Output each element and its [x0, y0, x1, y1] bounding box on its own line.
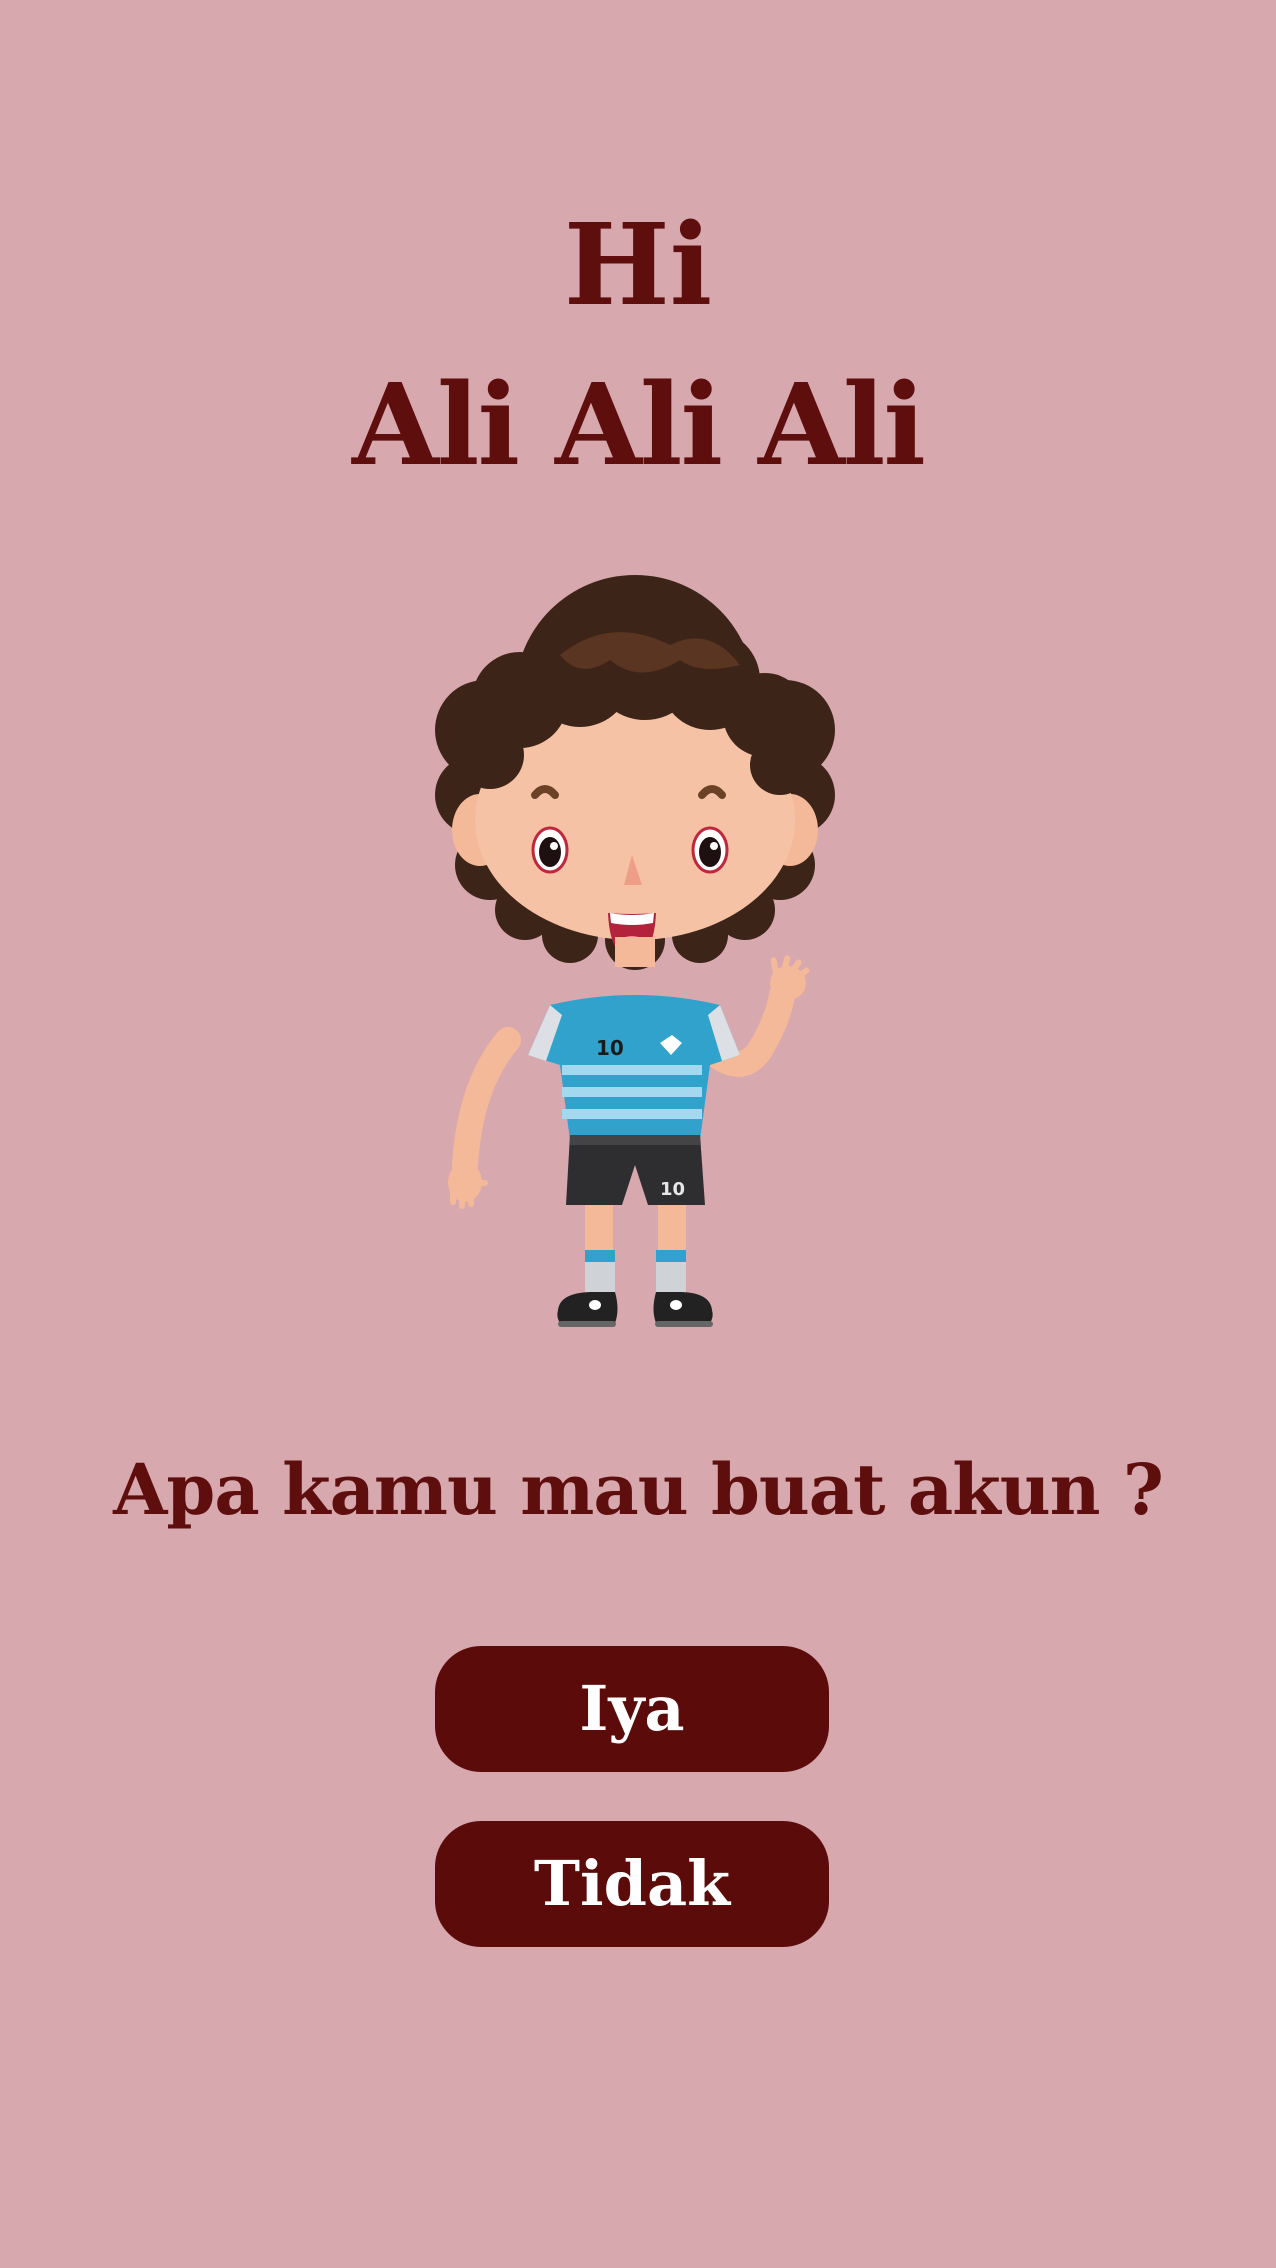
- yes-button[interactable]: Iya: [435, 1646, 829, 1772]
- create-account-question: Apa kamu mau buat akun ?: [113, 1448, 1164, 1531]
- greeting-username: Ali Ali Ali: [352, 360, 926, 491]
- greeting-hi: Hi: [563, 200, 713, 331]
- shorts-number: 10: [660, 1179, 685, 1200]
- no-button[interactable]: Tidak: [435, 1821, 829, 1947]
- jersey-number: 10: [596, 1036, 624, 1060]
- account-prompt-screen: Hi Ali Ali Ali 10 10 Apa kamu mau buat a…: [0, 0, 1276, 2268]
- waving-boy-illustration: 10 10: [435, 575, 835, 1327]
